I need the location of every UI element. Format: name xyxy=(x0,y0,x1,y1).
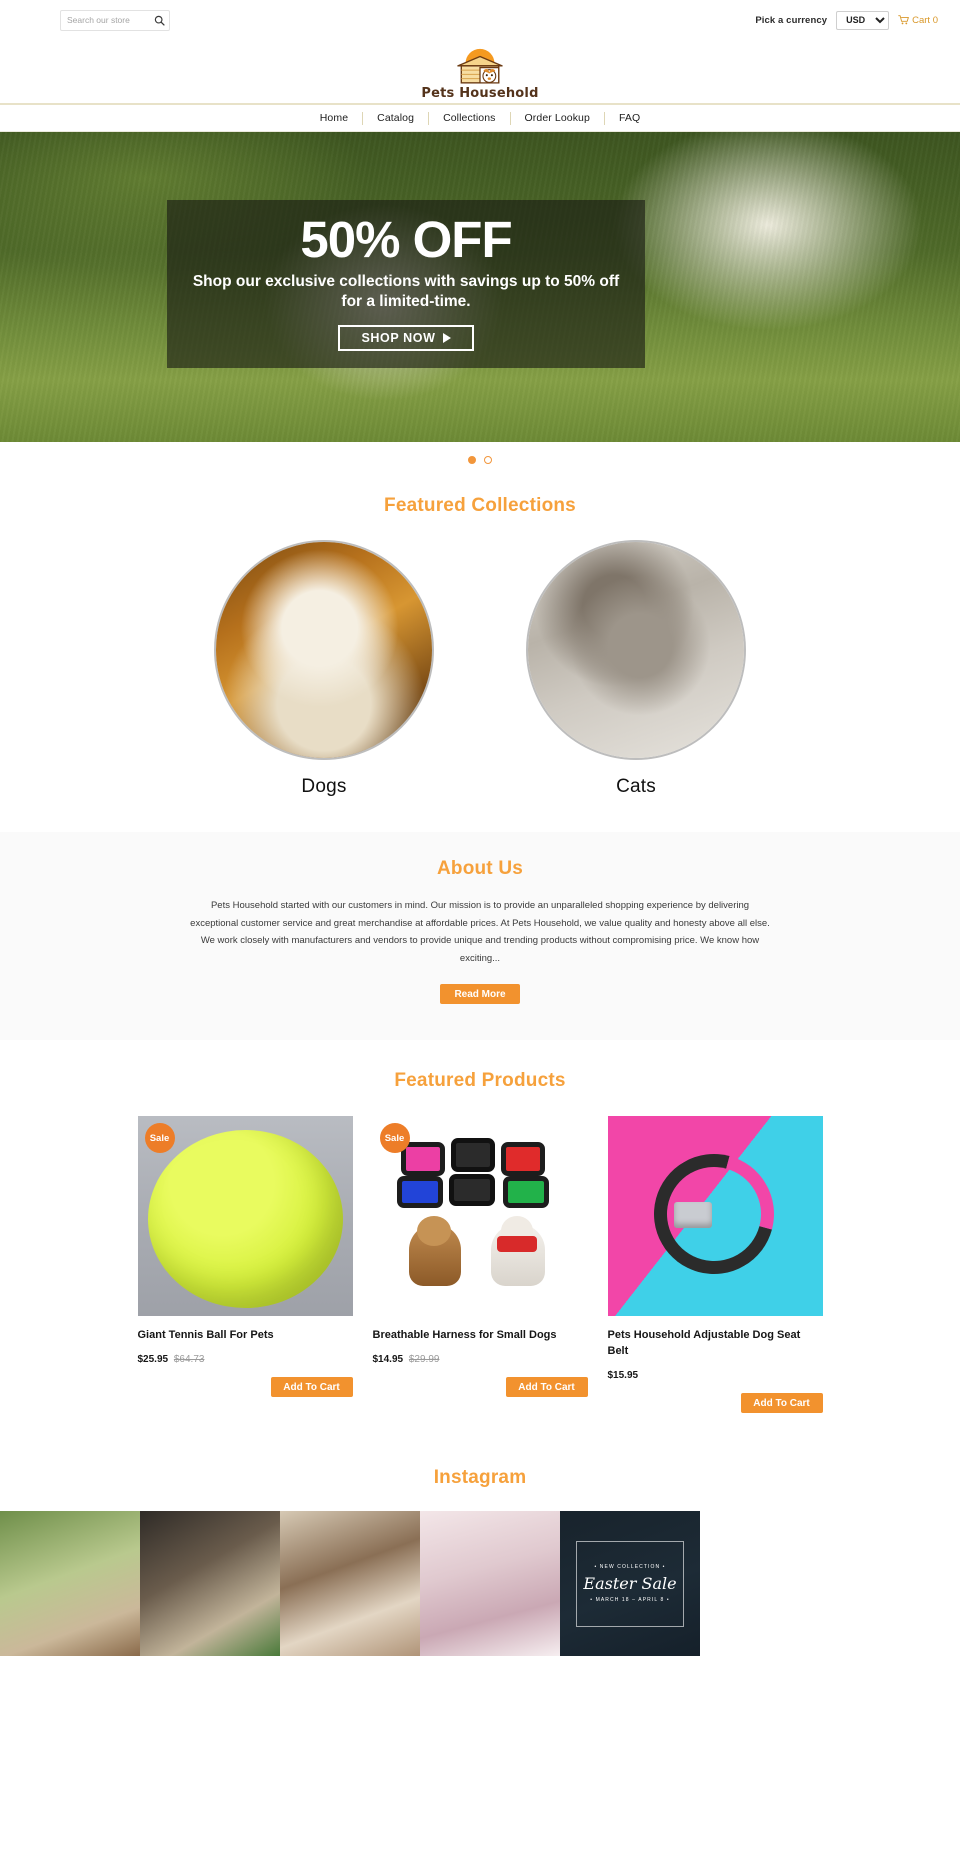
featured-products-section: Featured Products Sale Giant Tennis Ball… xyxy=(0,1040,960,1439)
product-price-group: $25.95 $64.73 xyxy=(138,1354,353,1365)
slider-dot-1[interactable] xyxy=(468,455,476,464)
shop-now-button[interactable]: SHOP NOW xyxy=(338,324,474,351)
add-to-cart-button[interactable]: Add To Cart xyxy=(740,1393,823,1414)
dog-photo xyxy=(216,542,432,758)
topbar-right-group: Pick a currency USD Cart 0 xyxy=(755,10,938,30)
shopping-cart-icon xyxy=(898,15,909,25)
product-title[interactable]: Pets Household Adjustable Dog Seat Belt xyxy=(608,1328,823,1360)
product-image-breathable-harness[interactable]: Sale xyxy=(372,1116,588,1317)
nav-item-catalog[interactable]: Catalog xyxy=(363,112,428,124)
product-price: $25.95 xyxy=(137,1354,169,1366)
instagram-tile[interactable] xyxy=(0,1511,140,1657)
about-us-title: About Us xyxy=(436,858,524,879)
collection-label-cats: Cats xyxy=(616,776,656,797)
promo-title: Easter Sale xyxy=(583,1574,677,1594)
cart-label: Cart 0 xyxy=(912,14,938,26)
featured-products-title: Featured Products xyxy=(394,1070,566,1092)
about-us-body: Pets Household started with our customer… xyxy=(190,900,770,964)
instagram-tile[interactable] xyxy=(420,1511,560,1657)
hero-banner[interactable]: 50% OFF Shop our exclusive collections w… xyxy=(0,132,960,442)
product-price: $15.95 xyxy=(607,1370,639,1382)
featured-collections-title: Featured Collections xyxy=(384,495,576,516)
sale-badge: Sale xyxy=(144,1123,175,1154)
product-compare-price: $64.73 xyxy=(173,1354,205,1366)
about-us-section: About Us Pets Household started with our… xyxy=(0,832,960,1041)
dog-seat-belt-photo xyxy=(607,1116,823,1317)
shop-now-label: SHOP NOW xyxy=(361,330,436,345)
instagram-title: Instagram xyxy=(433,1467,527,1489)
product-image-giant-tennis-ball[interactable]: Sale xyxy=(137,1116,353,1317)
hero-headline: 50% OFF xyxy=(300,211,512,268)
top-utility-bar: Pick a currency USD Cart 0 xyxy=(0,0,960,40)
nav-item-home[interactable]: Home xyxy=(306,112,362,124)
product-price: $14.95 xyxy=(372,1354,404,1366)
product-price-group: $15.95 xyxy=(608,1370,823,1381)
hero-subheadline: Shop our exclusive collections with savi… xyxy=(192,272,620,310)
collection-card-dogs[interactable]: Dogs xyxy=(214,540,434,798)
cart-link[interactable]: Cart 0 xyxy=(898,15,938,26)
play-triangle-icon xyxy=(442,332,451,343)
add-to-cart-button[interactable]: Add To Cart xyxy=(505,1377,588,1398)
collection-card-cats[interactable]: Cats xyxy=(526,540,746,798)
search-icon xyxy=(154,15,165,26)
featured-collections-section: Featured Collections Dogs Cats xyxy=(0,477,960,832)
easter-sale-card: • NEW COLLECTION • Easter Sale • MARCH 1… xyxy=(576,1540,684,1627)
seat-belt-strap xyxy=(631,1132,796,1297)
search-box xyxy=(60,9,170,31)
currency-select[interactable]: USD xyxy=(836,10,890,30)
instagram-tile[interactable] xyxy=(140,1511,280,1657)
product-card: Sale Breathable Harness for Small Dogs $… xyxy=(372,1116,588,1413)
doghouse-sun-logo-icon xyxy=(457,48,503,84)
site-logo[interactable]: Pets Household xyxy=(0,40,960,103)
search-submit-button[interactable] xyxy=(152,13,167,28)
slider-dot-2[interactable] xyxy=(484,455,492,464)
logo-text: Pets Household xyxy=(421,85,539,101)
currency-label: Pick a currency xyxy=(755,14,828,26)
sale-badge: Sale xyxy=(379,1123,410,1154)
nav-item-order-lookup[interactable]: Order Lookup xyxy=(511,112,604,124)
products-row: Sale Giant Tennis Ball For Pets $25.95 $… xyxy=(0,1116,960,1414)
product-card: Sale Giant Tennis Ball For Pets $25.95 $… xyxy=(137,1116,353,1413)
hero-text-overlay: 50% OFF Shop our exclusive collections w… xyxy=(167,200,645,368)
hero-slider-dots xyxy=(0,442,960,477)
instagram-tile[interactable] xyxy=(280,1511,420,1657)
nav-item-faq[interactable]: FAQ xyxy=(605,112,654,124)
cat-photo xyxy=(528,542,744,758)
main-navigation: Home Catalog Collections Order Lookup FA… xyxy=(0,103,960,132)
product-title[interactable]: Breathable Harness for Small Dogs xyxy=(373,1328,588,1344)
instagram-section: Instagram • NEW COLLECTION • Easter Sale… xyxy=(0,1439,960,1657)
collection-image-cats[interactable] xyxy=(526,540,746,760)
promo-top-label: • NEW COLLECTION • xyxy=(594,1564,666,1571)
promo-dates: • MARCH 18 – APRIL 8 • xyxy=(590,1597,670,1604)
nav-item-collections[interactable]: Collections xyxy=(429,112,509,124)
collection-label-dogs: Dogs xyxy=(301,776,347,797)
instagram-tile-promo[interactable]: • NEW COLLECTION • Easter Sale • MARCH 1… xyxy=(560,1511,700,1657)
product-card: Pets Household Adjustable Dog Seat Belt … xyxy=(607,1116,823,1414)
seat-belt-buckle xyxy=(673,1202,712,1229)
instagram-row: • NEW COLLECTION • Easter Sale • MARCH 1… xyxy=(0,1511,960,1657)
collections-row: Dogs Cats xyxy=(0,540,960,798)
collection-image-dogs[interactable] xyxy=(214,540,434,760)
product-image-dog-seat-belt[interactable] xyxy=(607,1116,823,1317)
read-more-button[interactable]: Read More xyxy=(440,984,520,1005)
add-to-cart-button[interactable]: Add To Cart xyxy=(270,1377,353,1398)
product-compare-price: $29.99 xyxy=(408,1354,440,1366)
product-price-group: $14.95 $29.99 xyxy=(373,1354,588,1365)
product-title[interactable]: Giant Tennis Ball For Pets xyxy=(138,1328,353,1344)
